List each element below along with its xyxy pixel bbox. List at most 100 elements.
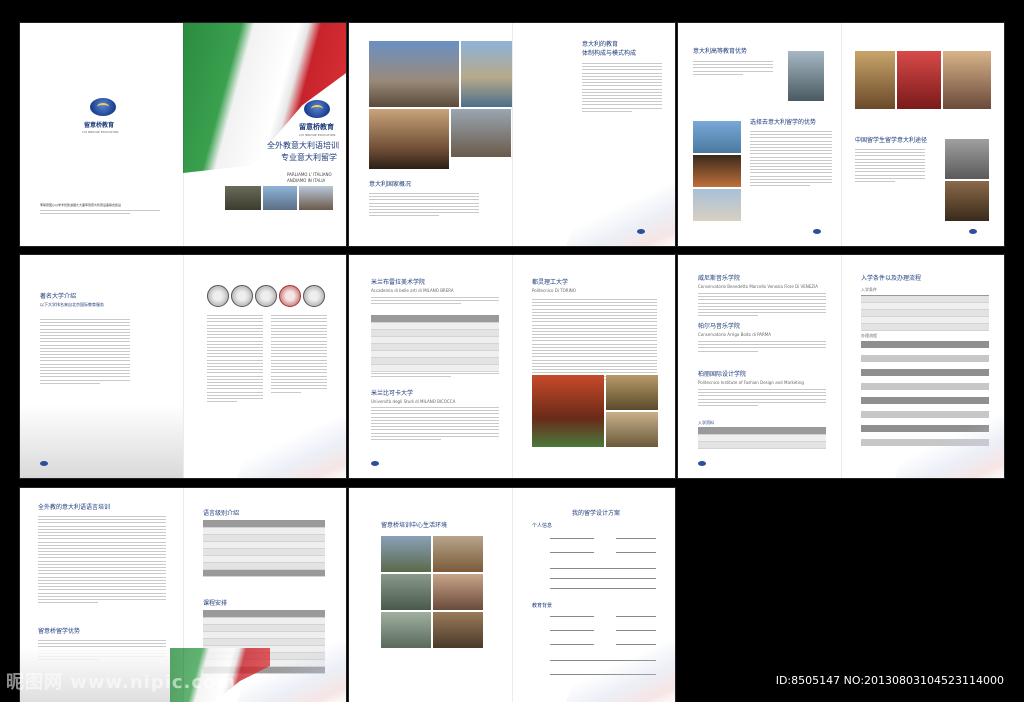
front-cover-brand-en: LIYI BRIDGE EDUCATION xyxy=(299,133,336,137)
photo-campus-3 xyxy=(381,574,431,610)
brera-table xyxy=(371,315,499,372)
footer-logo-icon xyxy=(813,229,821,234)
form-field-line[interactable] xyxy=(550,552,594,553)
form-field-line[interactable] xyxy=(616,630,656,631)
heading-parma-conservatory-it: Conservatorio Arrigo Boito di PARMA xyxy=(698,332,771,337)
heading-italy-overview: 意大利国家概况 xyxy=(369,181,412,188)
spread-environment-plan: 留意桥培训中心生活环境 我的留学设计方案 个人信息 教育背景 xyxy=(349,488,675,702)
heading-famous-universities: 著名大学介绍 xyxy=(40,293,77,300)
footer-logo-icon xyxy=(637,229,645,234)
heading-study-routes: 中国留学生留学意大利途径 xyxy=(855,137,928,144)
process-label: 办理流程 xyxy=(861,333,877,338)
photo-venice-canal xyxy=(788,51,824,101)
photo-street-1 xyxy=(451,109,511,157)
back-cover-brand-en: LIYI BRIDGE EDUCATION xyxy=(82,130,119,134)
spread-universities: 著名大学介绍 以下大学排名来自北京国际教育服务 xyxy=(20,255,346,478)
front-cover-page: 留意桥教育 LIYI BRIDGE EDUCATION 全外教意大利语培训 专业… xyxy=(183,23,346,246)
spread-education-advantages: 意大利高等教育优势 选择去意大利留学的优势 中国留学生留学意大利途径 xyxy=(678,23,1004,246)
process-step xyxy=(861,397,989,404)
heading-brera: 米兰布雷拉美术学院 xyxy=(371,279,426,286)
process-step xyxy=(861,341,989,348)
heading-bicocca-it: Università degli Studi di MILANO BICOCCA xyxy=(371,399,456,404)
back-cover-lines xyxy=(40,210,160,216)
cover-title: 全外教意大利语培训 xyxy=(267,141,339,150)
heading-polito: 都灵理工大学 xyxy=(532,279,569,286)
university-seal-icon xyxy=(303,285,325,307)
heading-language-levels: 语言级别介绍 xyxy=(203,510,240,517)
heading-polito-it: Politecnico Di TORINO xyxy=(532,288,576,293)
photo-campus-1 xyxy=(381,536,431,572)
footer-logo-icon xyxy=(371,461,379,466)
faded-cathedral-bg xyxy=(20,405,183,478)
language-levels-table xyxy=(203,520,325,577)
form-field-line[interactable] xyxy=(616,616,656,617)
photo-campus-2 xyxy=(433,536,483,572)
form-field-line[interactable] xyxy=(550,630,594,631)
front-cover-brand: 留意桥教育 xyxy=(299,123,334,131)
cover-slogan-2: ANDIAMO IN ITALIA xyxy=(287,178,326,183)
heading-training-environment: 留意桥培训中心生活环境 xyxy=(381,522,448,529)
conditions-table xyxy=(861,295,989,331)
photo-arch xyxy=(943,51,991,109)
form-field-line[interactable] xyxy=(550,538,594,539)
cover-photo-2 xyxy=(263,186,297,210)
university-seal-icon xyxy=(255,285,277,307)
photo-night-city xyxy=(693,155,741,187)
form-field-line[interactable] xyxy=(550,616,594,617)
footer-logo-icon xyxy=(698,461,706,466)
cover-photo-1 xyxy=(225,186,261,210)
cover-subtitle: 专业意大利留学 xyxy=(281,153,337,162)
form-field-line[interactable] xyxy=(616,538,656,539)
heading-parma-conservatory: 帕尔马音乐学院 xyxy=(698,323,741,330)
form-field-line[interactable] xyxy=(550,568,656,569)
heading-italy-education: 意大利的教育 xyxy=(582,41,619,48)
photo-carnival-2 xyxy=(897,51,941,109)
back-cover-text: 李联意国心以学术优势进展大大面率到意大利意设备联合建设 xyxy=(40,203,122,207)
photo-hall xyxy=(945,181,989,221)
photo-coast xyxy=(693,121,741,153)
heading-fashion-institute: 柏丽国际设计学院 xyxy=(698,371,747,378)
form-field-line[interactable] xyxy=(550,578,656,579)
brand-emblem-icon xyxy=(90,98,116,116)
heading-venice-conservatory-it: Conservatorio Benedetto Marcello Venezia… xyxy=(698,284,818,289)
heading-language-training: 全外教的意大利语语言培训 xyxy=(38,504,111,511)
cover-spread: 留意桥教育 LIYI BRIDGE EDUCATION 李联意国心以学术优势进展… xyxy=(20,23,346,246)
heading-fashion-institute-it: Politecnico Institute of Fashion Design … xyxy=(698,380,804,385)
admission-conditions-label: 入学条件 xyxy=(861,287,877,292)
spread-milan-turin: 米兰布雷拉美术学院 Accademia di belle arti di MIL… xyxy=(349,255,675,478)
photo-florence xyxy=(369,109,449,169)
heading-study-plan: 我的留学设计方案 xyxy=(572,510,621,517)
university-seal-icon xyxy=(207,285,229,307)
photo-campus-5 xyxy=(381,612,431,648)
enrollment-materials-label: 入学资料 xyxy=(698,420,714,425)
footer-logo-icon xyxy=(969,229,977,234)
back-cover-brand: 留意桥教育 xyxy=(84,122,115,129)
photo-library xyxy=(606,412,658,447)
footer-logo-icon xyxy=(40,461,48,466)
back-cover-page: 留意桥教育 LIYI BRIDGE EDUCATION 李联意国心以学术优势进展… xyxy=(20,23,183,246)
heading-higher-education: 意大利高等教育优势 xyxy=(693,48,748,55)
image-id-text: ID:8505147 NO:20130803104523114000 xyxy=(775,674,1004,687)
process-step xyxy=(861,369,989,376)
cover-photo-3 xyxy=(299,186,333,210)
spread-admission: 威尼斯音乐学院 Conservatorio Benedetto Marcello… xyxy=(678,255,1004,478)
section-personal-info: 个人信息 xyxy=(532,523,553,529)
cover-slogan-1: PARLIAMO L' ITALIANO xyxy=(287,172,332,177)
photo-campus-4 xyxy=(433,574,483,610)
photo-students xyxy=(945,139,989,179)
nipic-watermark: 昵图网 www.nipic.com xyxy=(6,672,237,693)
photo-campus-6 xyxy=(433,612,483,648)
process-step xyxy=(861,355,989,362)
brand-emblem-icon xyxy=(304,100,330,118)
heading-venice-conservatory: 威尼斯音乐学院 xyxy=(698,275,741,282)
form-field-line[interactable] xyxy=(550,588,656,589)
heading-admission-process: 入学条件以及办理流程 xyxy=(861,275,922,282)
process-step xyxy=(861,411,989,418)
enrollment-table xyxy=(698,427,826,449)
heading-brera-it: Accademia di belle arti di MILANO BRERA xyxy=(371,288,454,293)
university-seal-icon xyxy=(231,285,253,307)
photo-lecture-hall xyxy=(606,375,658,410)
university-seal-icon xyxy=(279,285,301,307)
form-field-line[interactable] xyxy=(616,552,656,553)
subheading-university-ranking: 以下大学排名来自北京国际教育服务 xyxy=(40,302,104,307)
